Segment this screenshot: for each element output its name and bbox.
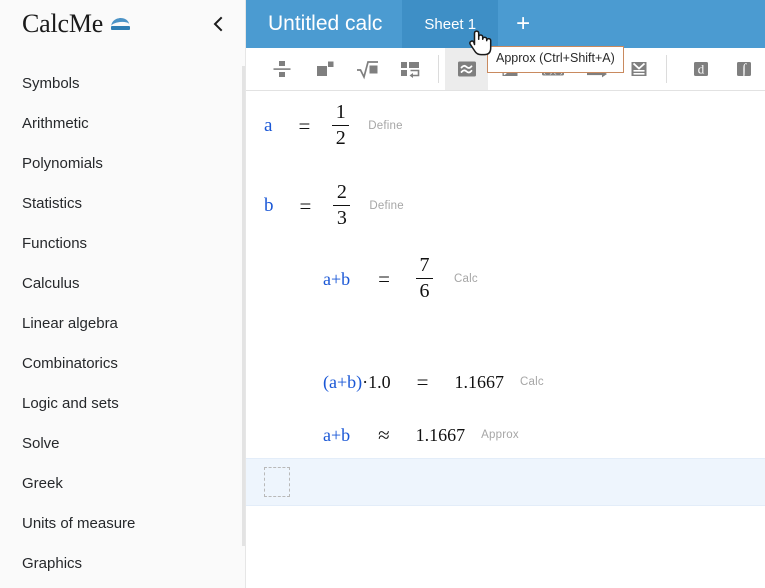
row-relation: = <box>298 113 311 138</box>
row-value: 1.1667 <box>415 424 466 445</box>
fraction-rule <box>333 204 351 206</box>
integral-icon: ∫ <box>736 62 751 78</box>
document-title[interactable]: Untitled calc <box>246 0 402 48</box>
integral-button[interactable]: ∫ <box>722 48 765 90</box>
row-lhs[interactable]: a+b <box>323 269 350 290</box>
row-lhs[interactable]: a <box>264 115 272 137</box>
sidebar-item-label: Greek <box>22 475 63 492</box>
sidebar-item-label: Linear algebra <box>22 315 118 332</box>
fraction-numerator: 7 <box>419 254 430 277</box>
calcme-app: CalcMe Symbols Arithmetic Polynomials St… <box>0 0 765 588</box>
fraction-denominator: 6 <box>419 279 430 302</box>
row-relation: = <box>378 266 390 291</box>
row-tag: Calc <box>453 273 478 285</box>
power-icon <box>316 61 333 76</box>
calc-row: a = 1 2 Define <box>246 96 403 156</box>
approx-equals-logo-icon <box>110 17 131 31</box>
row-lhs[interactable]: (a+b)·1.0 <box>323 372 391 393</box>
row-fraction[interactable]: 7 6 <box>415 254 433 302</box>
solve-icon <box>631 62 646 76</box>
calc-row: b = 2 3 Define <box>246 176 404 236</box>
active-calc-row[interactable] <box>246 458 765 506</box>
square-root-button[interactable] <box>346 48 389 90</box>
sidebar-item-solve[interactable]: Solve <box>0 424 245 464</box>
calc-row: a+b = 7 6 Calc <box>246 249 478 309</box>
row-fraction[interactable]: 2 3 <box>333 181 351 229</box>
row-tag: Define <box>369 200 404 212</box>
matrix-icon <box>400 62 419 78</box>
derivative-icon: d <box>693 62 708 77</box>
add-sheet-button[interactable]: + <box>498 0 548 48</box>
tooltip: Approx (Ctrl+Shift+A) <box>487 46 624 73</box>
toolbar-separator <box>438 55 439 83</box>
sidebar-item-logic-and-sets[interactable]: Logic and sets <box>0 384 245 424</box>
power-button[interactable] <box>303 48 346 90</box>
fraction-numerator: 1 <box>335 101 346 124</box>
sidebar-item-label: Combinatorics <box>22 355 118 372</box>
row-tag: Calc <box>519 376 544 388</box>
fraction-numerator: 2 <box>336 181 347 204</box>
fraction-denominator: 2 <box>335 126 346 149</box>
toolbar-separator <box>666 55 667 83</box>
tab-label: Sheet 1 <box>424 15 477 33</box>
sidebar-item-label: Graphics <box>22 555 83 572</box>
row-relation: ≈ <box>378 422 390 447</box>
sidebar-item-label: Symbols <box>22 75 80 92</box>
sidebar-item-greek[interactable]: Greek <box>0 464 245 504</box>
sidebar-item-label: Polynomials <box>22 155 103 172</box>
empty-input-slot[interactable] <box>264 467 290 497</box>
plus-icon: + <box>516 10 531 37</box>
row-fraction[interactable]: 1 2 <box>332 101 350 149</box>
sidebar-item-statistics[interactable]: Statistics <box>0 184 245 224</box>
tab-sheet-1[interactable]: Sheet 1 <box>402 0 499 48</box>
tooltip-text: Approx (Ctrl+Shift+A) <box>496 51 615 65</box>
chevron-left-icon[interactable] <box>207 13 229 35</box>
svg-text:d: d <box>697 62 704 77</box>
sidebar-menu: Symbols Arithmetic Polynomials Statistic… <box>0 48 245 584</box>
calc-row: a+b ≈ 1.1667 Approx <box>246 419 519 451</box>
sidebar-item-label: Logic and sets <box>22 395 119 412</box>
sidebar-item-graphics[interactable]: Graphics <box>0 544 245 584</box>
main-area: Untitled calc Sheet 1 + d ∫ a = 1 2 Defi… <box>246 0 765 588</box>
matrix-button[interactable] <box>389 48 432 90</box>
app-logo-text: CalcMe <box>22 9 104 38</box>
row-relation: = <box>416 369 429 394</box>
sidebar-item-label: Solve <box>22 435 60 452</box>
row-lhs[interactable]: a+b <box>323 425 350 446</box>
sidebar-item-label: Units of measure <box>22 515 136 532</box>
row-value: 1.1667 <box>454 371 504 392</box>
calc-sheet: a = 1 2 Define b = 2 3 Define a+b = 7 6 … <box>246 91 765 588</box>
sidebar-item-calculus[interactable]: Calculus <box>0 264 245 304</box>
fraction-icon <box>273 61 290 77</box>
app-logo[interactable]: CalcMe <box>22 11 207 37</box>
fraction-rule <box>332 124 350 126</box>
sidebar-item-functions[interactable]: Functions <box>0 224 245 264</box>
sidebar-item-label: Functions <box>22 235 88 252</box>
derivative-button[interactable]: d <box>679 48 722 90</box>
row-relation: = <box>299 193 312 218</box>
sidebar-item-label: Arithmetic <box>22 115 89 132</box>
sidebar-item-units-of-measure[interactable]: Units of measure <box>0 504 245 544</box>
sidebar: CalcMe Symbols Arithmetic Polynomials St… <box>0 0 246 588</box>
sidebar-header: CalcMe <box>0 0 245 48</box>
top-bar: Untitled calc Sheet 1 + <box>246 0 765 48</box>
sidebar-scrollbar[interactable] <box>242 66 245 546</box>
approx-icon <box>457 61 476 77</box>
sidebar-item-polynomials[interactable]: Polynomials <box>0 144 245 184</box>
row-tag: Define <box>368 120 403 132</box>
sidebar-item-linear-algebra[interactable]: Linear algebra <box>0 304 245 344</box>
sidebar-item-symbols[interactable]: Symbols <box>0 64 245 104</box>
approx-button[interactable] <box>445 48 488 90</box>
row-lhs[interactable]: b <box>264 195 274 217</box>
calc-row: (a+b)·1.0 = 1.1667 Calc <box>246 366 544 398</box>
fraction-rule <box>415 277 433 279</box>
square-root-icon <box>356 61 378 80</box>
sidebar-item-label: Statistics <box>22 195 83 212</box>
fraction-button[interactable] <box>260 48 303 90</box>
sidebar-item-arithmetic[interactable]: Arithmetic <box>0 104 245 144</box>
row-tag: Approx <box>481 429 519 441</box>
sidebar-item-label: Calculus <box>22 275 80 292</box>
fraction-denominator: 3 <box>336 206 347 229</box>
sidebar-item-combinatorics[interactable]: Combinatorics <box>0 344 245 384</box>
